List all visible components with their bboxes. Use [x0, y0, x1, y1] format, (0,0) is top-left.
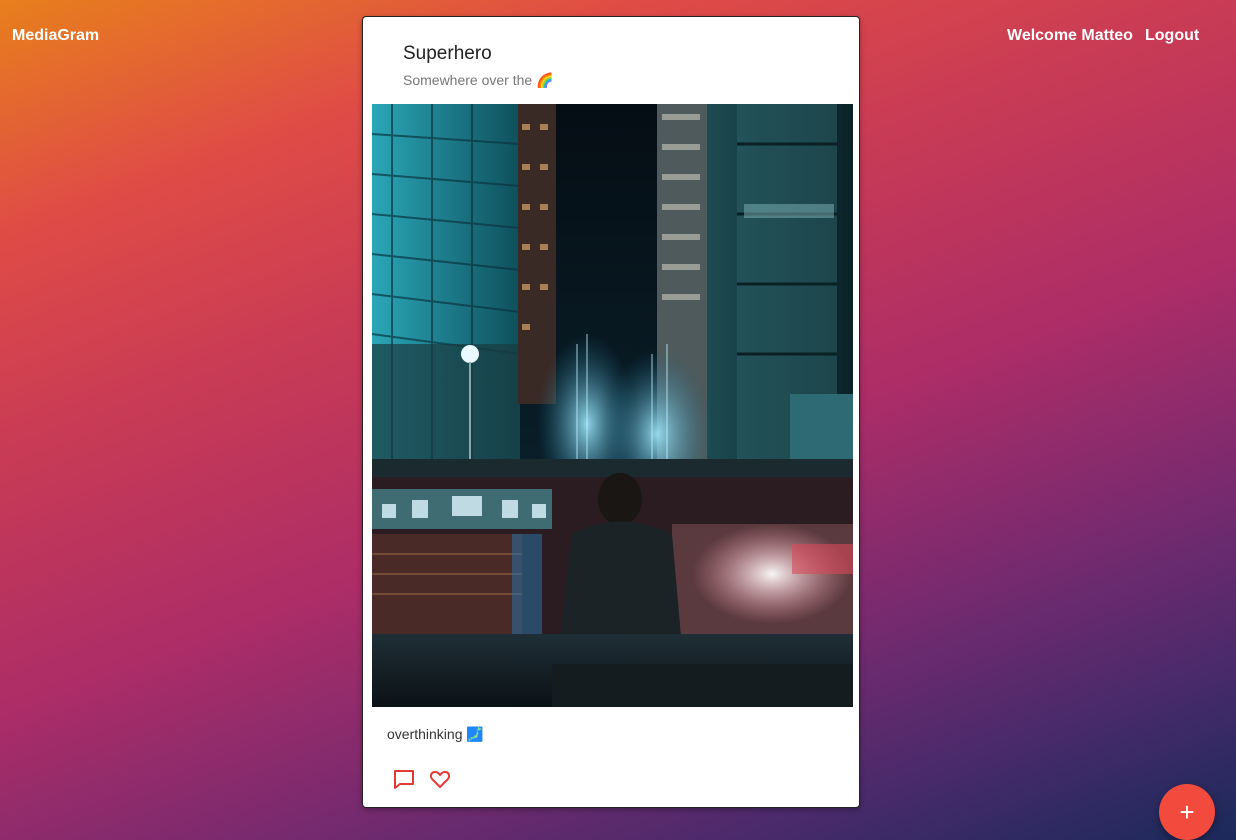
like-button[interactable]	[427, 766, 453, 792]
welcome-text: Welcome Matteo	[1007, 27, 1133, 44]
post-subtitle: Somewhere over the 🌈	[403, 72, 554, 88]
city-night-photo	[372, 104, 853, 707]
post-image	[372, 104, 853, 707]
logout-link[interactable]: Logout	[1145, 27, 1199, 45]
comment-button[interactable]	[391, 766, 417, 792]
brand-logo-link[interactable]: MediaGram	[12, 27, 99, 45]
post-caption: overthinking 🗾	[387, 726, 484, 742]
comment-icon	[394, 770, 414, 789]
post-title: Superhero	[403, 43, 492, 64]
post-actions	[391, 766, 453, 792]
post-card: Superhero Somewhere over the 🌈 overthink…	[362, 16, 860, 808]
plus-icon: +	[1179, 796, 1195, 827]
add-post-button[interactable]: +	[1159, 784, 1215, 840]
heart-icon	[429, 770, 451, 788]
